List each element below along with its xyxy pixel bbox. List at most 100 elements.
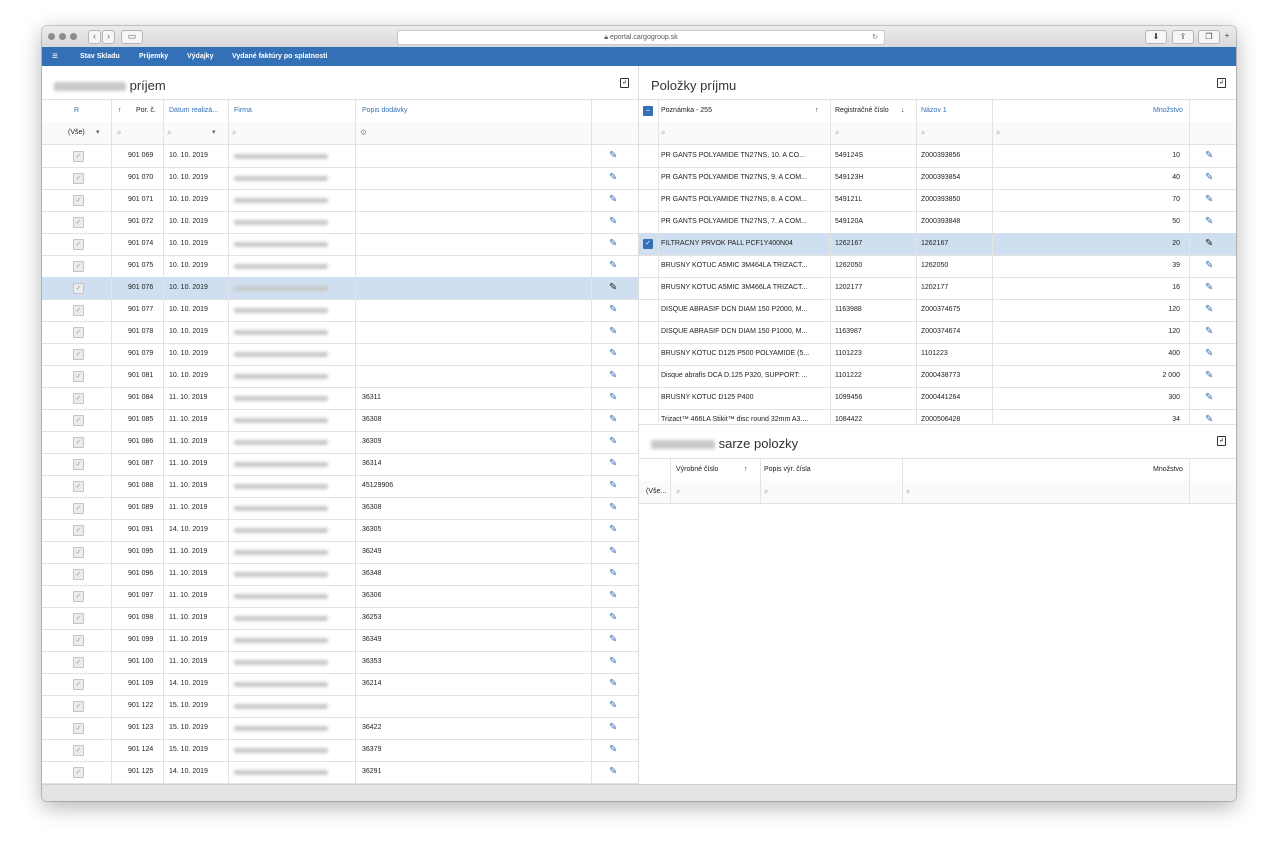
edit-icon[interactable]: ✎ [1205, 189, 1213, 211]
table-row[interactable]: BRUSNY KOTUC D125 P400 1099456 Z000441264 3… [639, 387, 1236, 410]
search-icon[interactable]: ⌕ [167, 122, 171, 144]
edit-icon[interactable]: ✎ [1205, 321, 1213, 343]
table-row[interactable]: BRUSNY KOTUC A5MIC 3M466LA TRIZACT... 120… [639, 277, 1236, 300]
table-row[interactable]: ✓ 901 123 15. 10. 2019 36422 ✎ [42, 717, 638, 740]
edit-icon[interactable]: ✎ [609, 145, 617, 167]
table-row[interactable]: BRUSNY KOTUC A5MIC 3M464LA TRIZACT... 126… [639, 255, 1236, 278]
edit-icon[interactable]: ✎ [1205, 211, 1213, 233]
edit-icon[interactable]: ✎ [609, 629, 617, 651]
edit-icon[interactable]: ✎ [609, 321, 617, 343]
table-row[interactable]: Trizact™ 466LA Stikit™ disc round 32mm A… [639, 409, 1236, 425]
col-header-por[interactable]: Por. č. [136, 100, 156, 122]
edit-icon[interactable]: ✎ [1205, 365, 1213, 387]
table-row[interactable]: ✓ 901 076 10. 10. 2019 ✎ [42, 277, 638, 300]
edit-icon[interactable]: ✎ [1205, 167, 1213, 189]
table-row[interactable]: PR GANTS POLYAMIDE TN27NS, 9. A COM... 54… [639, 167, 1236, 190]
menu-item-prijemky[interactable]: Príjemky [139, 47, 168, 66]
sort-asc-icon[interactable]: ↑ [744, 459, 748, 481]
edit-icon[interactable]: ✎ [609, 717, 617, 739]
edit-icon[interactable]: ✎ [1205, 277, 1213, 299]
search-icon[interactable]: ⌕ [232, 122, 236, 144]
reload-icon[interactable]: ↻ [872, 31, 878, 44]
edit-icon[interactable]: ✎ [609, 739, 617, 761]
edit-icon[interactable]: ✎ [609, 233, 617, 255]
table-row[interactable]: ✓ 901 091 14. 10. 2019 36305 ✎ [42, 519, 638, 542]
chevron-down-icon[interactable]: ▾ [96, 122, 100, 144]
tabs-icon[interactable]: ❐ [1198, 30, 1220, 44]
edit-icon[interactable]: ✎ [609, 585, 617, 607]
search-icon[interactable]: ⌕ [835, 122, 839, 144]
col-header-mnozstvo[interactable]: Množstvo [1153, 459, 1183, 481]
edit-icon[interactable]: ✎ [609, 673, 617, 695]
edit-icon[interactable]: ✎ [609, 695, 617, 717]
table-row[interactable]: ✓ 901 069 10. 10. 2019 ✎ [42, 145, 638, 168]
sort-desc-icon[interactable]: ↓ [901, 100, 905, 122]
table-row[interactable]: ✓ 901 098 11. 10. 2019 36253 ✎ [42, 607, 638, 630]
edit-icon[interactable]: ✎ [1205, 233, 1213, 255]
edit-icon[interactable]: ✎ [1205, 409, 1213, 424]
edit-icon[interactable]: ✎ [1205, 255, 1213, 277]
edit-icon[interactable]: ✎ [609, 277, 617, 299]
table-row[interactable]: ✓ 901 109 14. 10. 2019 36214 ✎ [42, 673, 638, 696]
edit-icon[interactable]: ✎ [1205, 343, 1213, 365]
edit-icon[interactable]: ✎ [609, 519, 617, 541]
edit-icon[interactable]: ✎ [609, 365, 617, 387]
table-row[interactable]: DISQUE ABRASIF DCN DIAM 150 P2000, M... 1… [639, 299, 1236, 322]
minimize-window-button[interactable] [59, 33, 66, 40]
table-row[interactable]: BRUSNY KOTUC D125 P500 POLYAMIDE (5... 11… [639, 343, 1236, 366]
search-icon[interactable]: ⌕ [764, 481, 768, 503]
table-row[interactable]: ✓ 901 125 14. 10. 2019 36291 ✎ [42, 761, 638, 784]
table-row[interactable]: ✓ 901 095 11. 10. 2019 36249 ✎ [42, 541, 638, 564]
table-row[interactable]: PR GANTS POLYAMIDE TN27NS, 7. A COM... 54… [639, 211, 1236, 234]
table-row[interactable]: PR GANTS POLYAMIDE TN27NS, 10. A CO... 54… [639, 145, 1236, 168]
edit-icon[interactable]: ✎ [609, 431, 617, 453]
col-header-mnozstvo[interactable]: Množstvo [1153, 100, 1183, 122]
search-icon[interactable]: ⌕ [661, 122, 665, 144]
new-tab-icon[interactable]: + [1222, 30, 1232, 42]
table-row[interactable]: ✓ 901 122 15. 10. 2019 ✎ [42, 695, 638, 718]
edit-icon[interactable]: ✎ [609, 651, 617, 673]
edit-icon[interactable]: ✎ [609, 475, 617, 497]
table-row[interactable]: ✓ 901 079 10. 10. 2019 ✎ [42, 343, 638, 366]
table-row[interactable]: ✓ 901 071 10. 10. 2019 ✎ [42, 189, 638, 212]
row-checkbox[interactable]: ✓ [643, 239, 653, 249]
edit-icon[interactable]: ✎ [609, 189, 617, 211]
menu-item-vydane-faktury[interactable]: Vydané faktúry po splatnosti [232, 47, 327, 66]
table-row[interactable]: ✓ FILTRACNY PRVOK PALL PCF1Y400N04 1262167… [639, 233, 1236, 256]
edit-icon[interactable]: ✎ [609, 541, 617, 563]
search-icon[interactable]: ⌕ [921, 122, 925, 144]
table-row[interactable]: ✓ 901 100 11. 10. 2019 36353 ✎ [42, 651, 638, 674]
export-icon[interactable]: ↲ [1217, 78, 1226, 88]
edit-icon[interactable]: ✎ [609, 409, 617, 431]
sort-asc-icon[interactable]: ↑ [118, 100, 122, 122]
table-row[interactable]: Disque abrafis DCA D.125 P320, SUPPORT: … [639, 365, 1236, 388]
table-row[interactable]: ✓ 901 096 11. 10. 2019 36348 ✎ [42, 563, 638, 586]
col-header-datum[interactable]: Dátum realizá... [169, 100, 218, 122]
table-row[interactable]: ✓ 901 084 11. 10. 2019 36311 ✎ [42, 387, 638, 410]
table-row[interactable]: ✓ 901 089 11. 10. 2019 36308 ✎ [42, 497, 638, 520]
search-icon[interactable]: ⌕ [676, 481, 680, 503]
downloads-icon[interactable]: ⬇ [1145, 30, 1167, 44]
menu-item-stav-skladu[interactable]: Stav Skladu [80, 47, 120, 66]
address-bar[interactable]: 🔒︎ eportal.cargogroup.sk ↻ [397, 30, 885, 45]
edit-icon[interactable]: ✎ [609, 299, 617, 321]
col-header-r[interactable]: R [74, 100, 79, 122]
table-row[interactable]: ✓ 901 072 10. 10. 2019 ✎ [42, 211, 638, 234]
chevron-down-icon[interactable]: ▾ [212, 122, 216, 144]
forward-button[interactable]: › [102, 30, 115, 44]
table-row[interactable]: ✓ 901 086 11. 10. 2019 36309 ✎ [42, 431, 638, 454]
edit-icon[interactable]: ✎ [609, 387, 617, 409]
sidebar-toggle-icon[interactable]: ▭ [121, 30, 143, 44]
col-header-firma[interactable]: Firma [234, 100, 252, 122]
sort-asc-icon[interactable]: ↑ [815, 100, 819, 122]
search-icon[interactable]: ⌕ [996, 122, 1000, 144]
filter-r-select[interactable]: (Vše) [68, 122, 85, 144]
edit-icon[interactable]: ✎ [609, 343, 617, 365]
table-row[interactable]: PR GANTS POLYAMIDE TN27NS, 8. A COM... 54… [639, 189, 1236, 212]
edit-icon[interactable]: ✎ [609, 563, 617, 585]
table-row[interactable]: ✓ 901 074 10. 10. 2019 ✎ [42, 233, 638, 256]
edit-icon[interactable]: ✎ [609, 761, 617, 783]
col-header-vyrobne[interactable]: Výrobné číslo [676, 459, 718, 481]
col-header-poznamka[interactable]: Poznámka - 255 [661, 100, 712, 122]
table-row[interactable]: ✓ 901 075 10. 10. 2019 ✎ [42, 255, 638, 278]
